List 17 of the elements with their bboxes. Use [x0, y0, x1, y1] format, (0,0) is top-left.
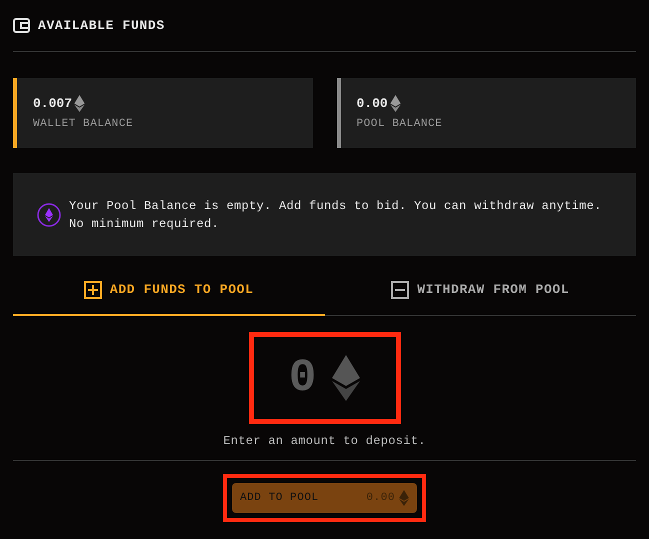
ethereum-icon	[399, 490, 409, 506]
ethereum-icon	[390, 95, 401, 112]
section-title: AVAILABLE FUNDS	[38, 16, 165, 35]
tab[interactable]: WITHDRAW FROM POOL	[324, 266, 636, 316]
wallet-icon	[13, 18, 30, 33]
balance-amount: 0.007	[33, 95, 72, 113]
minus-box-icon	[391, 281, 410, 299]
amount-hint: Enter an amount to deposit.	[223, 433, 426, 450]
plus-box-icon	[84, 281, 102, 299]
ethereum-icon	[74, 95, 86, 112]
balance-label: POOL BALANCE	[356, 116, 444, 132]
balance-label: WALLET BALANCE	[33, 116, 134, 132]
ethereum-icon	[332, 355, 360, 401]
ethereum-icon	[37, 202, 61, 226]
tab[interactable]: ADD FUNDS TO POOL	[13, 266, 324, 316]
notice-text: Your Pool Balance is empty. Add funds to bid. You can withdraw anytime. No minimum required.	[69, 198, 603, 232]
balance-amount: 0.00	[356, 95, 388, 113]
